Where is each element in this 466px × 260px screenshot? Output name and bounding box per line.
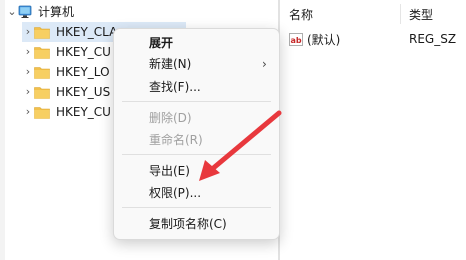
chevron-down-icon[interactable]: ⌄ <box>6 2 18 22</box>
chevron-right-icon[interactable]: › <box>22 62 34 82</box>
menu-item-export[interactable]: 导出(E) <box>149 161 190 181</box>
column-divider[interactable] <box>400 4 401 24</box>
tree-item-hkey-current-config[interactable]: › HKEY_CU <box>22 102 111 122</box>
chevron-right-icon[interactable]: › <box>22 102 34 122</box>
svg-text:ab: ab <box>291 36 302 45</box>
folder-icon <box>34 46 50 59</box>
column-header-type[interactable]: 类型 <box>409 6 433 23</box>
chevron-right-icon[interactable]: › <box>22 82 34 102</box>
menu-separator <box>122 207 271 208</box>
tree-item-hkey-users[interactable]: › HKEY_US <box>22 82 110 102</box>
menu-separator <box>122 154 271 155</box>
menu-item-expand[interactable]: 展开 <box>149 33 173 53</box>
tree-item-label: HKEY_CU <box>56 45 111 59</box>
chevron-right-icon[interactable]: › <box>22 22 34 42</box>
tree-item-label: HKEY_US <box>56 85 111 99</box>
menu-separator <box>122 101 271 102</box>
menu-item-delete: 删除(D) <box>149 111 192 125</box>
context-menu: 展开 新建(N) › 查找(F)... 删除(D) 重命名(R) 导出(E) 权… <box>113 28 280 240</box>
tree-item-label: HKEY_CLA <box>56 25 118 39</box>
folder-icon <box>34 66 50 79</box>
tree-root-computer[interactable]: ⌄ 计算机 <box>6 2 74 22</box>
submenu-arrow-icon: › <box>262 57 267 71</box>
folder-icon <box>34 26 50 39</box>
value-row-default[interactable]: ab (默认) <box>289 30 340 48</box>
menu-item-new[interactable]: 新建(N) <box>149 54 191 74</box>
menu-item-copy-key-name[interactable]: 复制项名称(C) <box>149 214 227 234</box>
computer-icon <box>18 5 32 19</box>
chevron-right-icon[interactable]: › <box>22 42 34 62</box>
registry-values-pane: 名称 类型 ab (默认) REG_SZ <box>281 0 466 260</box>
folder-icon <box>34 106 50 119</box>
menu-item-find[interactable]: 查找(F)... <box>149 77 201 97</box>
value-type-cell: REG_SZ <box>409 30 456 48</box>
tree-item-label: HKEY_LO <box>56 65 110 79</box>
menu-item-rename: 重命名(R) <box>149 133 203 147</box>
column-header-name[interactable]: 名称 <box>289 6 313 23</box>
tree-item-hkey-current-user[interactable]: › HKEY_CU <box>22 42 111 62</box>
menu-item-permissions[interactable]: 权限(P)... <box>149 183 201 203</box>
ab-string-icon: ab <box>289 32 303 46</box>
folder-icon <box>34 86 50 99</box>
tree-root-label: 计算机 <box>38 5 75 19</box>
value-name: (默认) <box>307 32 341 47</box>
tree-item-label: HKEY_CU <box>56 105 111 119</box>
value-type: REG_SZ <box>409 32 457 46</box>
tree-item-hkey-local-machine[interactable]: › HKEY_LO <box>22 62 110 82</box>
tree-scrollbar[interactable] <box>0 0 5 260</box>
